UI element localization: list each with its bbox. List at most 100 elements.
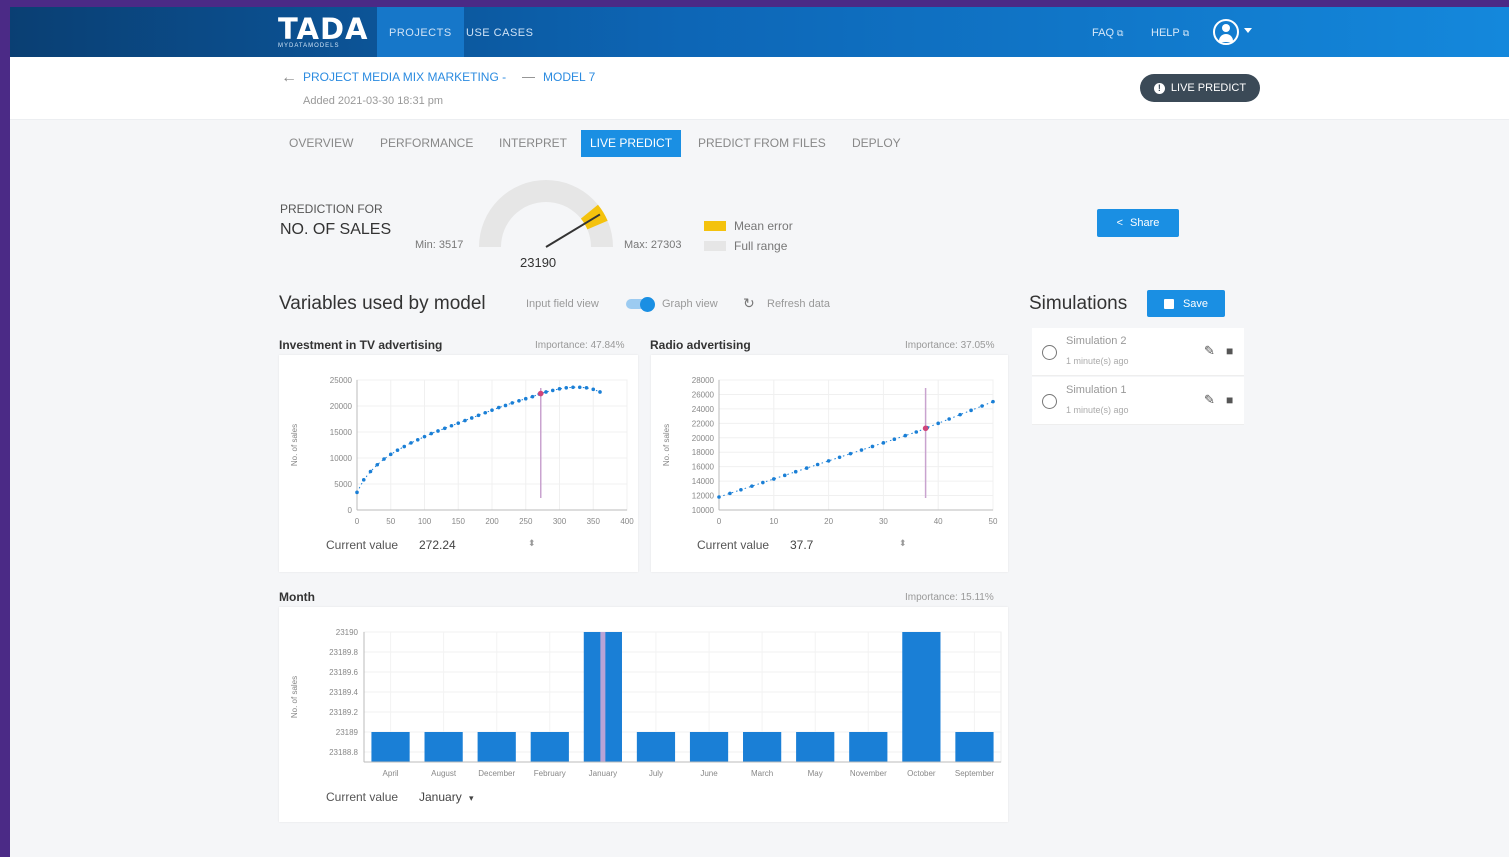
edit-icon[interactable]: ✎: [1204, 343, 1215, 359]
prediction-gauge: [479, 180, 613, 248]
tab-interpret[interactable]: INTERPRET: [490, 130, 576, 157]
data-point: [463, 418, 467, 423]
tv-card-title: Investment in TV advertising: [279, 338, 443, 352]
breadcrumb-project[interactable]: PROJECT MEDIA MIX MARKETING -: [303, 70, 506, 84]
x-tick-label: March: [751, 769, 773, 778]
radio-card-title: Radio advertising: [650, 338, 751, 352]
y-tick-label: 20000: [692, 434, 715, 443]
data-point: [415, 438, 420, 442]
graph-view-label[interactable]: Graph view: [662, 298, 718, 310]
y-tick-label: 10000: [692, 506, 715, 515]
tab-overview[interactable]: OVERVIEW: [280, 130, 362, 157]
x-tick-label: 350: [587, 517, 601, 526]
y-tick-label: 23189.2: [329, 708, 358, 717]
save-simulation-button[interactable]: Save: [1147, 290, 1225, 317]
y-tick-label: 23189: [336, 728, 359, 737]
breadcrumb-model[interactable]: MODEL 7: [543, 70, 595, 84]
help-label: HELP: [1151, 27, 1180, 39]
radio-importance: Importance: 37.05%: [905, 340, 995, 351]
y-tick-label: 23190: [336, 628, 359, 637]
tv-chart: 0 5000 10000 15000 20000 25000 0 50 100 150 200 250…: [290, 376, 634, 526]
x-tick-label: 400: [620, 517, 634, 526]
data-point: [936, 421, 940, 426]
simulation-name: Simulation 2: [1066, 335, 1127, 347]
bar: [530, 732, 569, 762]
data-point: [517, 399, 521, 403]
current-value-marker: [600, 632, 606, 762]
prediction-target: NO. OF SALES: [280, 221, 392, 238]
data-point: [859, 448, 864, 452]
x-tick-label: April: [383, 769, 399, 778]
x-tick-label: 100: [418, 517, 432, 526]
data-point: [402, 444, 407, 449]
data-point: [914, 430, 919, 434]
month-card-title: Month: [279, 590, 315, 604]
tab-predict-from-files[interactable]: PREDICT FROM FILES: [689, 130, 835, 157]
simulations-title: Simulations: [1029, 293, 1128, 314]
month-importance: Importance: 15.11%: [905, 592, 994, 603]
share-button[interactable]: < Share: [1097, 209, 1179, 237]
tab-live-predict[interactable]: LIVE PREDICT: [581, 130, 682, 157]
variables-title: Variables used by model: [279, 293, 486, 314]
data-point: [436, 429, 440, 433]
back-arrow-icon[interactable]: ←: [281, 69, 297, 87]
radio-stepper-icon[interactable]: ⬍: [899, 538, 907, 549]
tv-current-value-input[interactable]: 272.24: [419, 538, 456, 552]
simulation-radio[interactable]: [1042, 394, 1057, 409]
user-avatar-icon[interactable]: [1213, 19, 1239, 45]
month-chart: 23188.8 23189 23189.2 23189.4 23189.6 23189.8…: [290, 628, 1002, 778]
data-point: [544, 390, 548, 394]
simulation-item[interactable]: Simulation 1 1 minute(s) ago ✎ ■: [1032, 377, 1244, 425]
radio-current-value-input[interactable]: 37.7: [790, 538, 813, 552]
tada-logo[interactable]: TADA MYDATAMODELS: [278, 14, 370, 54]
x-tick-label: 0: [355, 517, 360, 526]
month-select[interactable]: January ▾: [419, 790, 474, 804]
live-predict-button[interactable]: ! LIVE PREDICT: [1140, 74, 1260, 102]
y-tick-label: 5000: [334, 480, 352, 489]
bar: [849, 732, 888, 762]
nav-projects[interactable]: PROJECTS: [377, 7, 464, 57]
y-axis-label: No. of sales: [290, 676, 299, 718]
data-point: [870, 444, 875, 449]
data-point: [969, 408, 973, 413]
bar: [796, 732, 835, 762]
save-label: Save: [1182, 297, 1209, 310]
data-point: [991, 399, 995, 404]
refresh-icon[interactable]: ↻: [743, 295, 755, 312]
y-tick-label: 23188.8: [329, 748, 358, 757]
data-point: [476, 413, 481, 418]
simulation-item[interactable]: Simulation 2 1 minute(s) ago ✎ ■: [1032, 328, 1244, 376]
data-point: [503, 403, 508, 408]
faq-link[interactable]: FAQ ⧉: [1092, 7, 1123, 57]
data-point: [739, 487, 743, 492]
data-point: [892, 437, 897, 442]
plot-area: [718, 379, 994, 511]
view-toggle[interactable]: [626, 297, 656, 312]
x-tick-label: 250: [519, 517, 533, 526]
chevron-down-icon[interactable]: [1244, 28, 1252, 33]
tab-performance[interactable]: PERFORMANCE: [371, 130, 482, 157]
y-tick-label: 0: [348, 506, 353, 515]
x-tick-label: September: [955, 769, 994, 778]
data-point: [772, 477, 776, 481]
share-icon: <: [1116, 217, 1124, 229]
input-field-view-label[interactable]: Input field view: [526, 298, 599, 310]
tv-current-value-label: Current value: [326, 538, 399, 552]
x-tick-label: November: [850, 769, 887, 778]
tab-deploy[interactable]: DEPLOY: [843, 130, 910, 157]
help-link[interactable]: HELP ⧉: [1151, 7, 1189, 57]
trash-icon[interactable]: ■: [1226, 344, 1233, 358]
series-line: [718, 401, 994, 498]
trash-icon[interactable]: ■: [1226, 393, 1233, 407]
simulation-radio[interactable]: [1042, 345, 1057, 360]
tv-stepper-icon[interactable]: ⬍: [528, 538, 536, 549]
radio-current-value-label: Current value: [697, 538, 770, 552]
nav-use-cases[interactable]: USE CASES: [454, 7, 545, 57]
data-point: [947, 417, 951, 421]
month-select-value: January: [419, 790, 462, 804]
added-timestamp: Added 2021-03-30 18:31 pm: [303, 95, 444, 107]
refresh-data-link[interactable]: Refresh data: [767, 298, 830, 310]
data-point: [782, 473, 787, 478]
edit-icon[interactable]: ✎: [1204, 392, 1215, 408]
data-point: [469, 416, 474, 420]
